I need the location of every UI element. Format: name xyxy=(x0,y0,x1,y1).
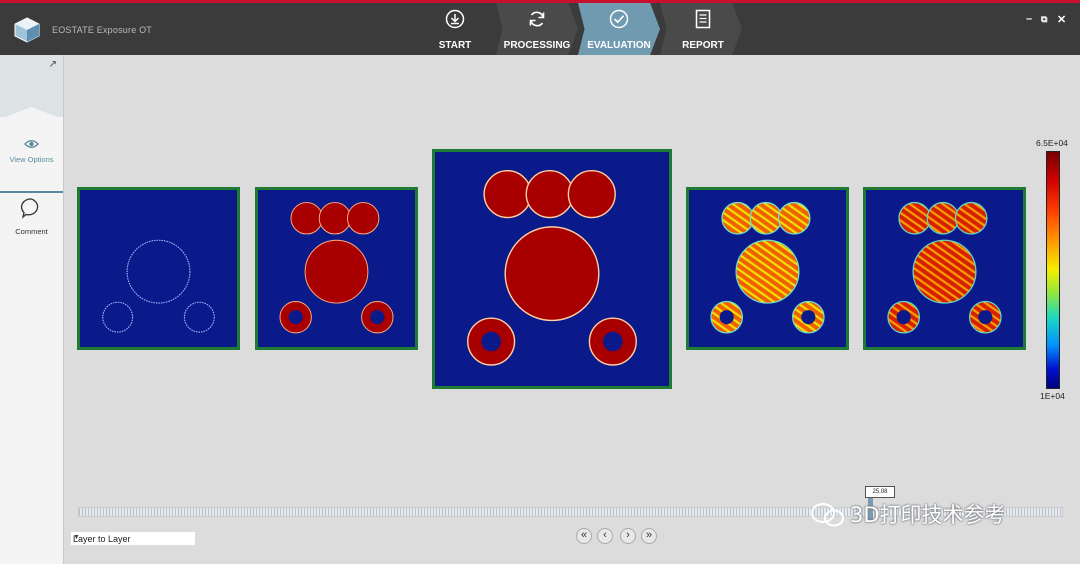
step-label: EVALUATION xyxy=(587,40,651,51)
step-label: REPORT xyxy=(682,40,724,51)
wechat-logo-icon xyxy=(811,503,844,527)
download-icon xyxy=(445,9,465,29)
top-bar: EOSTATE Exposure OT START PROCESSING EVA… xyxy=(0,0,1080,55)
step-evaluation[interactable]: EVALUATION xyxy=(578,3,660,55)
layer-image-4[interactable] xyxy=(686,187,849,350)
sidebar: ↗ View Options Comment xyxy=(0,55,64,564)
restore-button[interactable]: ⧉ xyxy=(1041,14,1047,25)
layer-image-1-plot xyxy=(80,190,237,347)
app-title: EOSTATE Exposure OT xyxy=(52,25,152,35)
step-label: PROCESSING xyxy=(503,40,571,51)
expand-arrow-icon[interactable]: ↗ xyxy=(49,59,57,70)
layer-image-5-plot xyxy=(866,190,1023,347)
chevron-down-icon: ▼ xyxy=(73,534,80,541)
layer-image-5[interactable] xyxy=(863,187,1026,350)
refresh-icon xyxy=(529,11,545,27)
comparison-mode-select[interactable]: Layer to Layer ▼ xyxy=(70,531,196,546)
step-label: START xyxy=(438,40,472,51)
colorbar-max-label: 6.5E+04 xyxy=(1036,138,1068,148)
next-layer-button[interactable]: › xyxy=(620,528,636,544)
sidebar-item-comment[interactable]: Comment xyxy=(0,193,63,263)
layer-image-3-plot xyxy=(435,152,669,386)
colorbar xyxy=(1046,151,1060,389)
speech-bubble-icon xyxy=(20,198,39,219)
slider-value-label: 25.08 xyxy=(865,486,895,498)
previous-layer-button[interactable]: ‹ xyxy=(597,528,613,544)
document-icon xyxy=(695,9,711,29)
close-button[interactable]: ✕ xyxy=(1057,13,1066,26)
eye-icon xyxy=(24,140,39,148)
sidebar-item-view-options[interactable]: View Options xyxy=(0,121,63,193)
step-processing[interactable]: PROCESSING xyxy=(496,3,578,55)
layer-image-1[interactable] xyxy=(77,187,240,350)
layer-image-3-selected[interactable] xyxy=(432,149,672,389)
check-circle-icon xyxy=(609,9,629,29)
first-layer-button[interactable]: « xyxy=(576,528,592,544)
app-logo-icon xyxy=(14,17,40,43)
minimize-button[interactable]: – xyxy=(1026,13,1032,25)
watermark-text: 3D打印技术参考 xyxy=(850,503,1006,527)
last-layer-button[interactable]: » xyxy=(641,528,657,544)
sidebar-item-label: View Options xyxy=(9,155,54,164)
sidebar-item-label: Comment xyxy=(15,227,48,236)
layer-image-2-plot xyxy=(258,190,415,347)
layer-image-4-plot xyxy=(689,190,846,347)
step-start[interactable]: START xyxy=(414,3,496,55)
layer-image-2[interactable] xyxy=(255,187,418,350)
colorbar-min-label: 1E+04 xyxy=(1040,391,1065,401)
step-report[interactable]: REPORT xyxy=(662,3,744,55)
